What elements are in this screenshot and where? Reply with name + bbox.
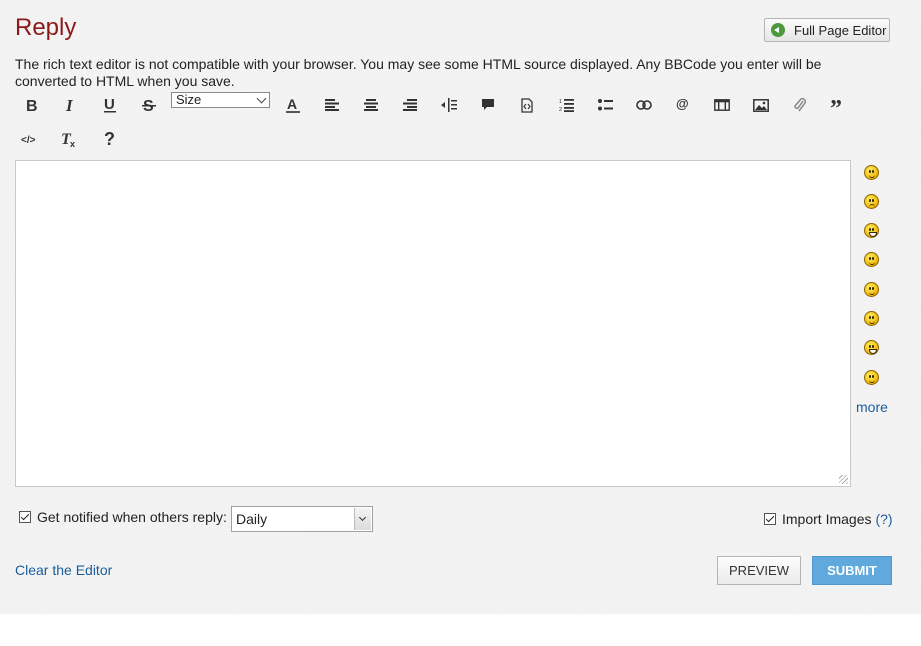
smile-icon[interactable] [864, 165, 879, 180]
svg-text:B: B [26, 98, 38, 113]
quote-icon[interactable]: ” [825, 92, 853, 118]
notify-frequency-value: Daily [236, 511, 268, 527]
notify-frequency-select[interactable]: Daily [231, 506, 373, 532]
spoiler-icon[interactable] [474, 92, 502, 118]
import-images-checkbox[interactable] [764, 513, 776, 525]
align-right-icon[interactable] [396, 92, 424, 118]
happy-icon[interactable] [864, 282, 879, 297]
source-icon[interactable] [513, 92, 541, 118]
chevron-down-icon [256, 93, 267, 104]
message-editor[interactable] [15, 160, 851, 487]
page-title: Reply [15, 14, 77, 41]
svg-text:?: ? [104, 130, 115, 148]
code-icon[interactable]: </> [16, 126, 44, 152]
link-icon[interactable] [630, 92, 658, 118]
svg-text:1: 1 [559, 99, 562, 105]
font-size-select[interactable]: Size [171, 92, 270, 108]
clear-editor-link[interactable]: Clear the Editor [15, 562, 112, 578]
cool-icon[interactable] [864, 370, 879, 385]
underline-icon[interactable]: U [96, 92, 124, 118]
svg-text:</>: </> [21, 135, 36, 145]
attachment-icon[interactable] [786, 92, 814, 118]
back-arrow-icon [771, 23, 785, 37]
chevron-down-icon [354, 508, 371, 530]
notify-checkbox[interactable] [19, 511, 31, 523]
align-center-icon[interactable] [357, 92, 385, 118]
full-page-editor-button[interactable]: Full Page Editor [764, 18, 890, 42]
svg-text:x: x [70, 139, 75, 148]
help-icon[interactable]: ? [96, 126, 124, 152]
preview-button[interactable]: PREVIEW [717, 556, 801, 585]
svg-text:”: ” [830, 98, 842, 112]
grin-icon[interactable] [864, 223, 879, 238]
svg-text:I: I [65, 97, 74, 113]
numbered-list-icon[interactable]: 12 [552, 92, 580, 118]
import-images-help-link[interactable]: (?) [875, 511, 892, 527]
align-left-icon[interactable] [318, 92, 346, 118]
import-images-row: Import Images (?) [764, 511, 893, 527]
notify-label: Get notified when others reply: [37, 509, 227, 525]
bold-icon[interactable]: B [18, 92, 46, 118]
compatibility-notice: The rich text editor is not compatible w… [15, 56, 822, 89]
bulleted-list-icon[interactable] [591, 92, 619, 118]
import-images-label: Import Images [782, 511, 872, 527]
more-smilies-link[interactable]: more [856, 399, 888, 415]
svg-text:A: A [287, 96, 297, 112]
svg-text:U: U [104, 96, 115, 113]
full-page-editor-label: Full Page Editor [794, 22, 887, 38]
clear-formatting-icon[interactable]: Tx [55, 126, 83, 152]
indent-icon[interactable] [435, 92, 463, 118]
notify-row: Get notified when others reply: [19, 509, 227, 525]
tongue-icon[interactable] [864, 311, 879, 326]
mention-icon[interactable]: @ [669, 90, 697, 116]
resize-grip[interactable] [839, 475, 848, 484]
image-icon[interactable] [747, 92, 775, 118]
submit-button[interactable]: SUBMIT [812, 556, 892, 585]
sad-icon[interactable] [864, 194, 879, 209]
font-size-value: Size [176, 92, 202, 107]
wink-icon[interactable] [864, 252, 879, 267]
italic-icon[interactable]: I [57, 92, 85, 118]
reply-panel: Reply Full Page Editor The rich text edi… [0, 0, 921, 614]
strikethrough-icon[interactable]: S [135, 92, 163, 118]
media-icon[interactable] [708, 92, 736, 118]
laugh-icon[interactable] [864, 340, 879, 355]
svg-text:2: 2 [559, 107, 562, 112]
font-color-icon[interactable]: A [279, 92, 307, 118]
svg-text:@: @ [676, 96, 689, 110]
